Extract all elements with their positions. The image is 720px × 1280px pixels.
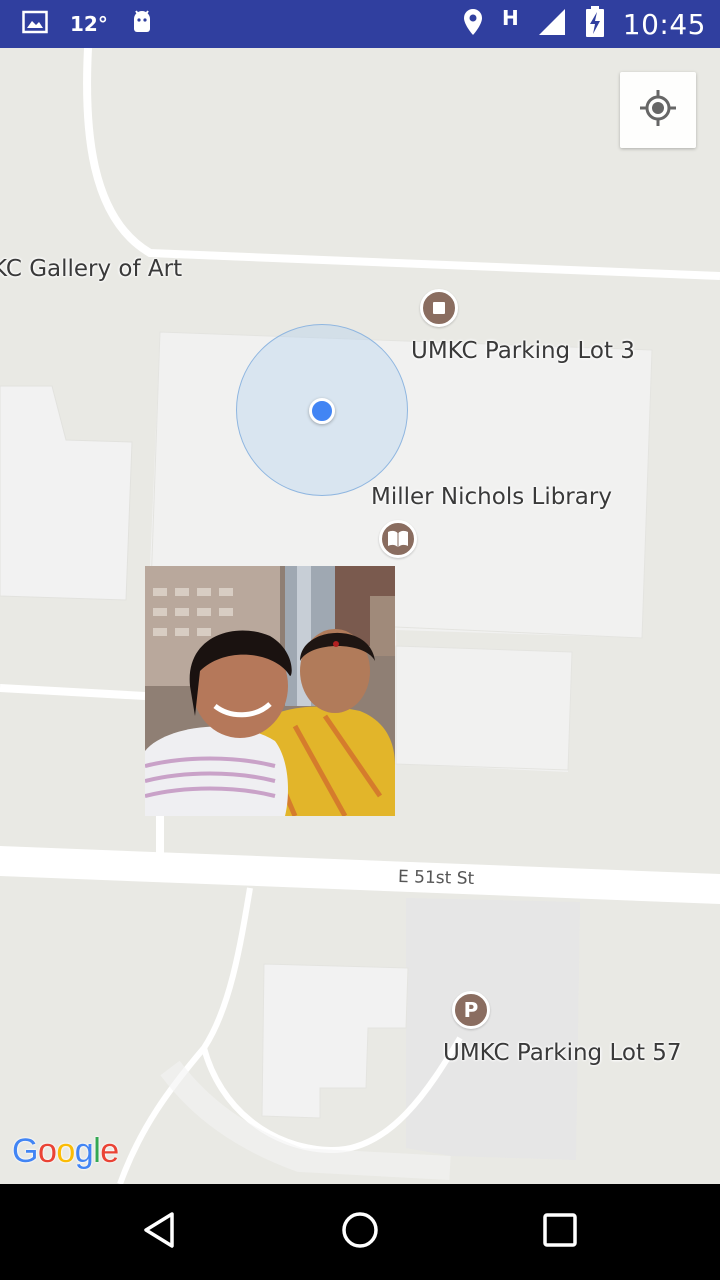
square-poi-icon[interactable] [420, 289, 458, 327]
label-parking-lot-57[interactable]: UMKC Parking Lot 57 [443, 1040, 682, 1066]
photo-marker[interactable] [145, 566, 395, 816]
home-button[interactable] [336, 1208, 384, 1256]
navigation-bar [0, 1184, 720, 1280]
recents-icon [540, 1210, 580, 1255]
signal-icon [537, 7, 567, 42]
my-location-button[interactable] [620, 72, 696, 148]
google-logo: Google [12, 1132, 119, 1171]
my-location-icon [638, 88, 678, 133]
label-e-51st-st: E 51st St [397, 867, 475, 889]
current-location-dot [309, 398, 335, 424]
network-type: H [502, 6, 519, 30]
status-bar: 12° H 10:45 [0, 0, 720, 48]
back-icon [140, 1210, 180, 1255]
parking-icon[interactable]: P [452, 991, 490, 1029]
image-notification-icon [22, 10, 48, 39]
temperature-text: 12° [70, 12, 108, 36]
android-icon [130, 9, 154, 40]
map-view[interactable]: KC Gallery of Art UMKC Parking Lot 3 Mil… [0, 48, 720, 1184]
logo-letter: G [12, 1132, 38, 1170]
logo-letter: g [74, 1132, 94, 1170]
book-icon[interactable] [379, 520, 417, 558]
battery-charging-icon [585, 5, 605, 43]
label-miller-nichols-library[interactable]: Miller Nichols Library [371, 484, 612, 510]
location-icon [462, 8, 484, 41]
home-icon [340, 1210, 380, 1255]
selfie-photo [145, 566, 395, 816]
logo-letter: o [37, 1132, 57, 1170]
label-gallery-of-art[interactable]: KC Gallery of Art [0, 256, 182, 282]
label-parking-lot-3[interactable]: UMKC Parking Lot 3 [411, 338, 635, 364]
clock: 10:45 [622, 7, 706, 41]
logo-letter: e [100, 1132, 119, 1170]
logo-letter: o [56, 1132, 75, 1170]
recents-button[interactable] [536, 1208, 584, 1256]
back-button[interactable] [136, 1208, 184, 1256]
